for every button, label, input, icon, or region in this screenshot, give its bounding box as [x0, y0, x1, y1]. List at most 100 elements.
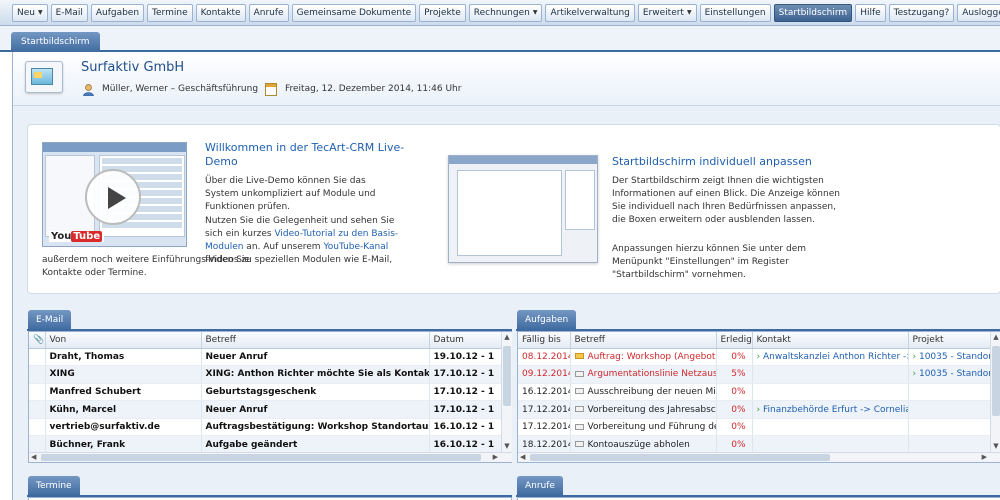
task-project[interactable] — [908, 418, 991, 437]
menu-gemeinsame-dokumente[interactable]: Gemeinsame Dokumente — [291, 3, 417, 22]
menu-einstellungen[interactable]: Einstellungen — [699, 3, 771, 22]
termine-tab[interactable]: Termine — [28, 476, 80, 496]
menu-rechnungen[interactable]: Rechnungen ▼ — [468, 3, 543, 22]
email-column-1[interactable]: Betreff — [201, 332, 430, 349]
play-icon[interactable] — [85, 169, 141, 225]
tasks-vertical-scrollbar[interactable]: ▲ ▼ — [990, 332, 1000, 452]
menu-artikelverwaltung[interactable]: Artikelverwaltung — [545, 3, 635, 22]
start-screen: Surfaktiv GmbH Müller, Werner – Geschäft… — [12, 52, 1000, 500]
current-user: Müller, Werner – Geschäftsführung — [102, 84, 259, 94]
tasks-column-4[interactable]: Projekt — [908, 332, 991, 349]
customize-title[interactable]: Startbildschirm individuell anpassen — [612, 155, 812, 168]
company-logo — [25, 61, 63, 93]
email-row[interactable]: XING XING: Anthon Richter möchte Sie als … — [29, 365, 502, 384]
email-date: 17.10.12 - 1 — [429, 365, 502, 384]
task-row[interactable]: 17.12.2014 Vorbereitung und Führung de 0% — [518, 418, 991, 437]
email-row[interactable]: vertrieb@surfaktiv.de Auftragsbestätigung… — [29, 418, 502, 437]
email-column-2[interactable]: Datum — [429, 332, 502, 349]
email-subject: Aufgabe geändert — [201, 435, 430, 455]
email-from: vertrieb@surfaktiv.de — [45, 418, 202, 437]
task-row[interactable]: 17.12.2014 Vorbereitung des Jahresabsc 0% ›… — [518, 400, 991, 419]
task-row[interactable]: 09.12.2014 Argumentationslinie Netzausb 5%… — [518, 365, 991, 384]
user-icon — [83, 84, 94, 96]
page-header: Surfaktiv GmbH Müller, Werner – Geschäft… — [13, 52, 1000, 106]
anrufe-tab[interactable]: Anrufe — [517, 476, 563, 496]
task-contact[interactable] — [752, 418, 909, 437]
task-done: 0% — [716, 348, 753, 367]
email-row[interactable]: Draht, Thomas Neuer Anruf 19.10.12 - 1 — [29, 348, 502, 367]
menu-neu[interactable]: Neu ▼ — [12, 3, 48, 22]
menu-termine[interactable]: Termine — [147, 3, 193, 22]
main-menu: Neu ▼ E-Mail Aufgaben Termine Kontakte Anrufe G… — [0, 0, 1000, 26]
email-row[interactable]: Büchner, Frank Aufgabe geändert 16.10.12 -… — [29, 435, 502, 455]
email-subject: Auftragsbestätigung: Workshop Standortau… — [201, 418, 430, 437]
menu-erweitert[interactable]: Erweitert ▼ — [637, 3, 697, 22]
email-from: Draht, Thomas — [45, 348, 202, 367]
email-vertical-scrollbar[interactable]: ▲ ▼ — [501, 332, 512, 452]
task-done: 0% — [716, 418, 753, 437]
task-subject: Vorbereitung des Jahresabsc — [570, 400, 717, 419]
email-from: XING — [45, 365, 202, 384]
task-subject: Argumentationslinie Netzausb — [570, 365, 717, 384]
task-project[interactable]: › 10035 - Standort — [908, 365, 991, 384]
folder-icon — [574, 388, 584, 395]
menu-startbildschirm[interactable]: Startbildschirm — [773, 3, 853, 22]
menu-projekte[interactable]: Projekte — [419, 3, 466, 22]
task-row[interactable]: 18.12.2014 Kontoauszüge abholen 0% — [518, 435, 991, 455]
task-project[interactable] — [908, 400, 991, 419]
task-subject: Auftrag: Workshop (Angebot — [570, 348, 717, 367]
task-due: 17.12.2014 — [518, 400, 571, 419]
welcome-intro: Über die Live-Demo können Sie das System… — [205, 176, 376, 212]
folder-icon — [574, 370, 584, 377]
task-due: 18.12.2014 — [518, 435, 571, 455]
task-contact[interactable] — [752, 435, 909, 455]
email-horizontal-scrollbar[interactable]: ◀ ▶ — [29, 452, 512, 462]
email-date: 16.10.12 - 1 — [429, 435, 502, 455]
email-row[interactable]: Manfred Schubert Geburtstagsgeschenk 17.10… — [29, 383, 502, 402]
task-project[interactable] — [908, 383, 991, 402]
task-due: 08.12.2014 — [518, 348, 571, 367]
folder-icon — [574, 406, 584, 413]
task-done: 0% — [716, 383, 753, 402]
tasks-horizontal-scrollbar[interactable]: ◀ ▶ — [518, 452, 1000, 462]
menu-e-mail[interactable]: E-Mail — [50, 3, 88, 22]
task-subject: Ausschreibung der neuen Mitarbei — [570, 383, 717, 402]
menu-hilfe[interactable]: Hilfe — [855, 3, 886, 22]
email-column-0[interactable]: Von — [45, 332, 202, 349]
tab-startbildschirm[interactable]: Startbildschirm — [11, 32, 100, 52]
video-tutorial-thumbnail[interactable]: You Tube — [42, 142, 187, 247]
email-from: Büchner, Frank — [45, 435, 202, 455]
task-contact[interactable] — [752, 365, 909, 384]
task-due: 16.12.2014 — [518, 383, 571, 402]
task-done: 5% — [716, 365, 753, 384]
tasks-column-0[interactable]: Fällig bis — [518, 332, 571, 349]
menu-testzugang[interactable]: Testzugang? — [888, 3, 955, 22]
email-date: 17.10.12 - 1 — [429, 383, 502, 402]
task-contact[interactable]: › Anwaltskanzlei Anthon Richter -> — [752, 348, 909, 367]
email-tab[interactable]: E-Mail — [28, 310, 72, 330]
email-from: Kühn, Marcel — [45, 400, 202, 419]
task-project[interactable]: › 10035 - Standort — [908, 348, 991, 367]
tasks-column-3[interactable]: Kontakt — [752, 332, 909, 349]
customize-hint: Anpassungen hierzu können Sie unter dem … — [612, 244, 806, 280]
menu-aufgaben[interactable]: Aufgaben — [90, 3, 145, 22]
task-contact[interactable]: › Finanzbehörde Erfurt -> Cornelia — [752, 400, 909, 419]
dropdown-arrow-icon: ▼ — [37, 9, 43, 16]
task-project[interactable] — [908, 435, 991, 455]
tasks-column-1[interactable]: Betreff — [570, 332, 717, 349]
task-contact[interactable] — [752, 383, 909, 402]
customize-text: Der Startbildschirm zeigt Ihnen die wich… — [612, 176, 840, 225]
current-date: Freitag, 12. Dezember 2014, 11:46 Uhr — [285, 84, 462, 94]
menu-kontakte[interactable]: Kontakte — [195, 3, 246, 22]
task-row[interactable]: 16.12.2014Ausschreibung der neuen Mitarb… — [518, 383, 991, 402]
task-row[interactable]: 08.12.2014 Auftrag: Workshop (Angebot 0% › … — [518, 348, 991, 367]
tasks-tab[interactable]: Aufgaben — [517, 310, 577, 330]
youtube-channel-link[interactable]: YouTube-Kanal — [323, 242, 388, 252]
email-row[interactable]: Kühn, Marcel Neuer Anruf 17.10.12 - 1 — [29, 400, 502, 419]
email-subject: XING: Anthon Richter möchte Sie als Kont… — [201, 365, 430, 384]
tasks-column-2[interactable]: Erledigt — [716, 332, 753, 349]
dropdown-arrow-icon: ▼ — [686, 9, 692, 16]
company-name: Surfaktiv GmbH — [81, 60, 185, 75]
menu-anrufe[interactable]: Anrufe — [248, 3, 289, 22]
menu-ausloggen[interactable]: Ausloggen — [957, 3, 1000, 22]
